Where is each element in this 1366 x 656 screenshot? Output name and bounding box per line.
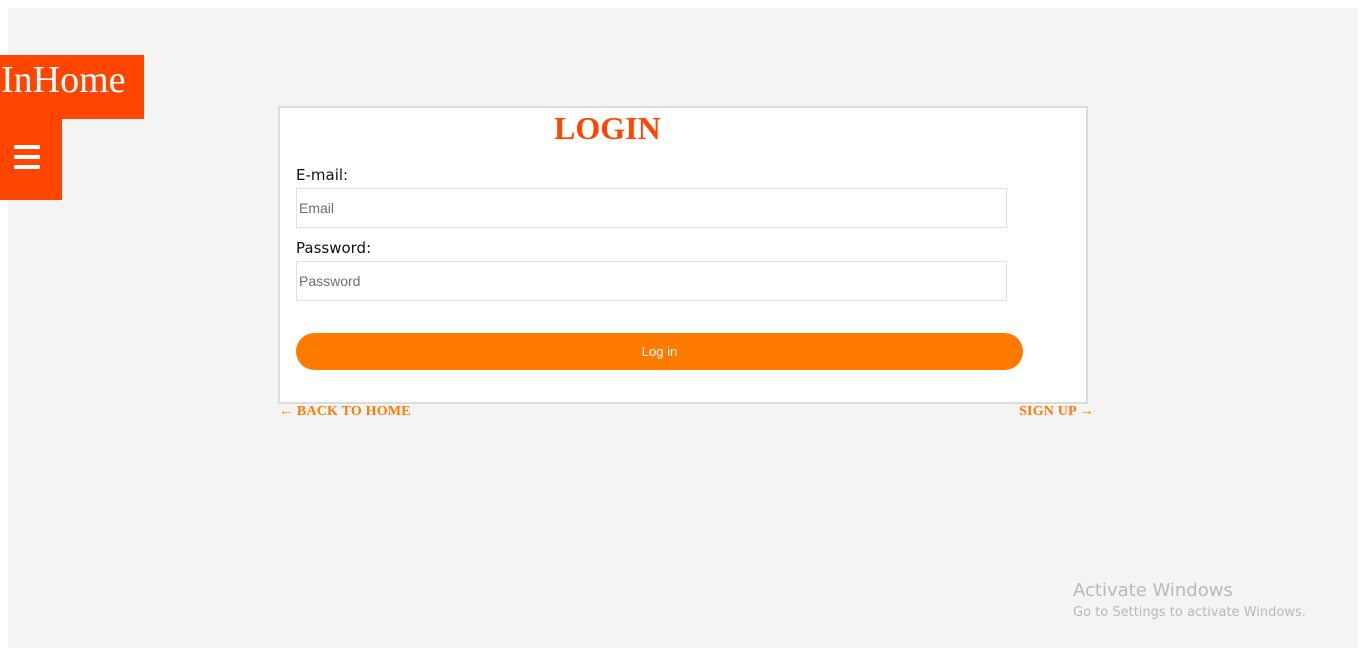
- activate-windows-watermark: Activate Windows Go to Settings to activ…: [1073, 580, 1306, 622]
- login-title: LOGIN: [554, 110, 661, 146]
- email-input[interactable]: [296, 188, 1007, 228]
- login-card: LOGIN E-mail: Password: Log in: [278, 106, 1088, 404]
- brand-logo[interactable]: InHome: [0, 55, 144, 119]
- sign-up-link[interactable]: SIGN UP →: [1019, 404, 1094, 420]
- watermark-subtitle: Go to Settings to activate Windows.: [1073, 605, 1306, 620]
- back-to-home-link[interactable]: ← BACK TO HOME: [279, 404, 411, 420]
- login-button[interactable]: Log in: [296, 333, 1023, 370]
- password-label: Password:: [296, 239, 372, 257]
- email-label: E-mail:: [296, 166, 349, 184]
- watermark-title: Activate Windows: [1073, 580, 1233, 601]
- hamburger-menu-button[interactable]: [0, 119, 62, 200]
- password-input[interactable]: [296, 261, 1007, 301]
